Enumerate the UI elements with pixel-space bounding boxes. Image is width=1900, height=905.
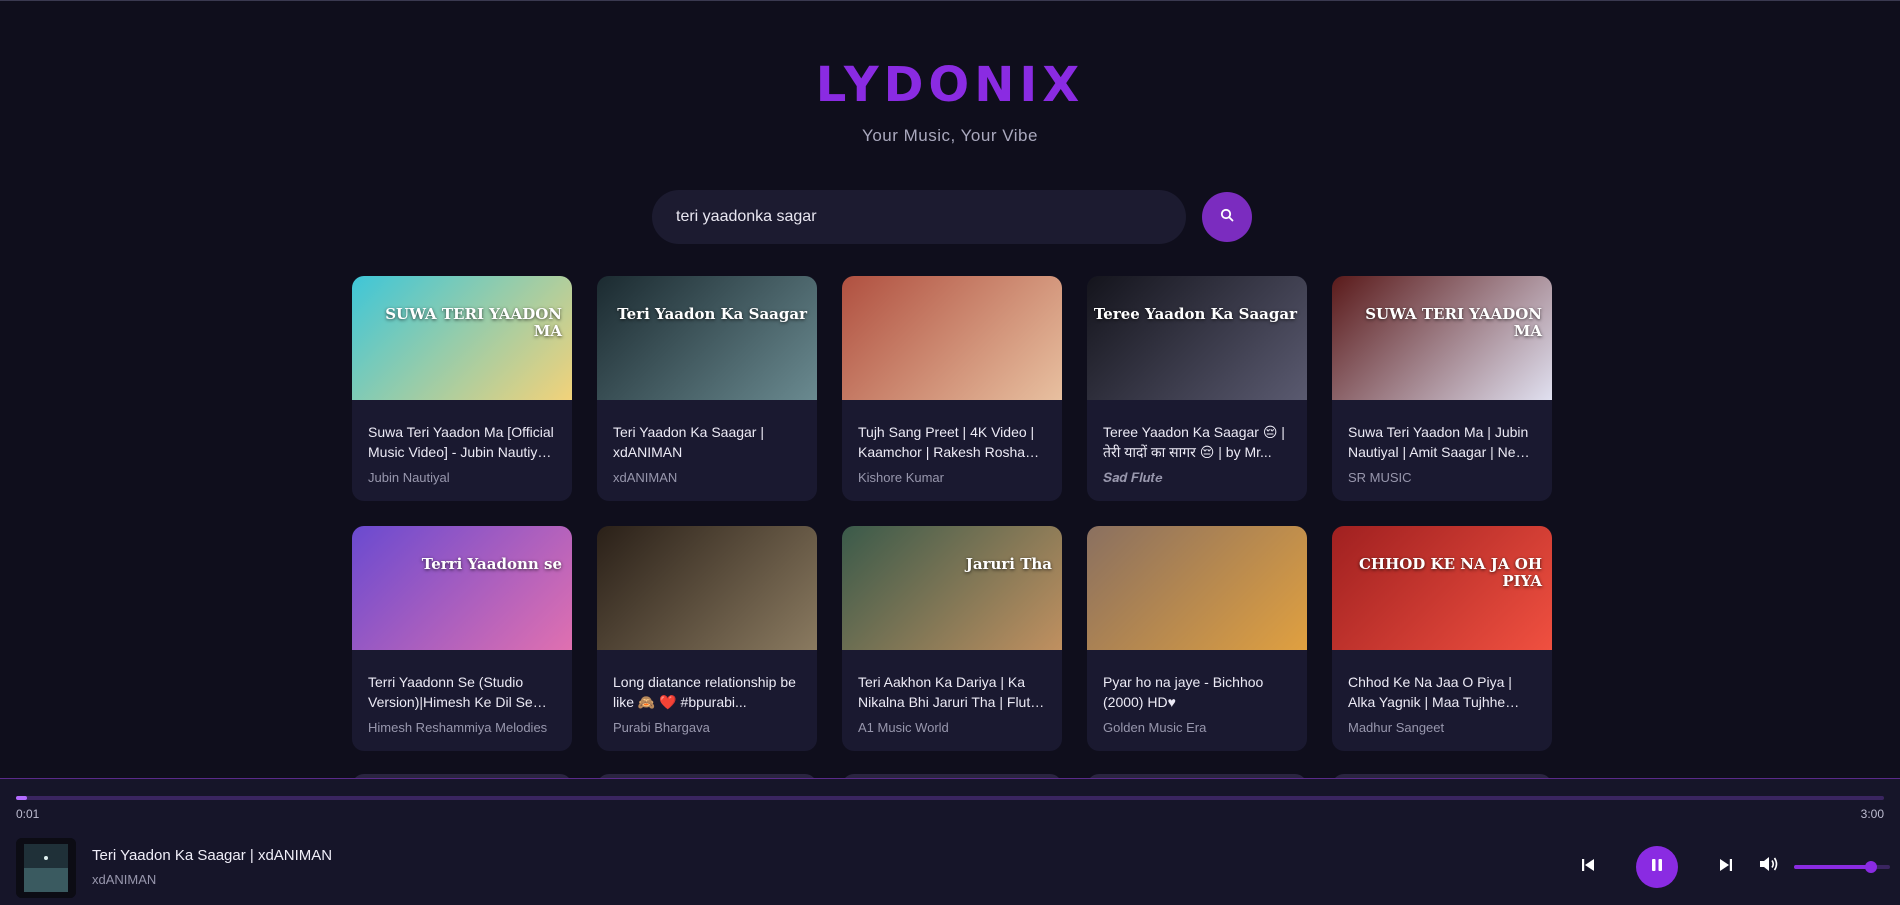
result-info: Chhod Ke Na Jaa O Piya | Alka Yagnik | M… [1332,650,1552,735]
pause-icon [1649,857,1665,878]
result-info: Pyar ho na jaye - Bichhoo (2000) HD♥ Gold… [1087,650,1307,735]
thumbnail-text: Teri Yaadon Ka Saagar [617,305,807,323]
volume-slider[interactable] [1794,860,1890,873]
result-thumbnail [1087,526,1307,650]
now-playing-title: Teri Yaadon Ka Saagar | xdANIMAN [92,847,333,864]
result-artist: Jubin Nautiyal [368,470,450,485]
result-info: Teree Yaadon Ka Saagar 😔 | तेरी यादों का… [1087,400,1307,486]
volume-control [1758,855,1890,878]
progress-fill [16,796,28,800]
thumbnail-text: Jaruri Tha [965,555,1052,573]
result-artist: 𝑺𝒂𝒅 𝑭𝒍𝒖𝒕𝒆 [1103,470,1163,485]
current-time: 0:01 [16,807,40,821]
result-thumbnail [842,276,1062,400]
progress-bar[interactable] [16,796,1884,800]
volume-icon[interactable] [1758,855,1780,878]
result-artist: Madhur Sangeet [1348,720,1445,735]
result-card[interactable]: Teree Yaadon Ka Saagar Teree Yaadon Ka Sa… [1087,276,1307,501]
result-title: Long diatance relationship be like 🙈 ❤️ … [613,674,796,710]
result-info: Terri Yaadonn Se (Studio Version)|Himesh… [352,650,572,735]
result-thumbnail: CHHOD KE NA JA OH PIYA [1332,526,1552,650]
thumbnail-text: Teree Yaadon Ka Saagar [1093,305,1297,323]
result-thumbnail: Teri Yaadon Ka Saagar [597,276,817,400]
result-info: Teri Yaadon Ka Saagar | xdANIMAN xdANIMAN [597,400,817,485]
result-card[interactable]: Pyar ho na jaye - Bichhoo (2000) HD♥ Gold… [1087,526,1307,751]
app-header: LYDONIX Your Music, Your Vibe [0,58,1900,146]
next-button[interactable] [1714,855,1738,879]
result-card[interactable]: SUWA TERI YAADON MA Suwa Teri Yaadon Ma [… [352,276,572,501]
result-card[interactable]: Jaruri Tha Teri Aakhon Ka Dariya | Ka Nik… [842,526,1062,751]
result-artist: Golden Music Era [1103,720,1207,735]
result-thumbnail: Jaruri Tha [842,526,1062,650]
result-title: Terri Yaadonn Se (Studio Version)|Himesh… [368,674,533,710]
search-icon [1220,208,1234,227]
thumbnail-text: Terri Yaadonn se [421,555,562,573]
result-artist: A1 Music World [858,720,949,735]
results-grid: SUWA TERI YAADON MA Suwa Teri Yaadon Ma [… [352,276,1552,751]
result-title: Teri Yaadon Ka Saagar | xdANIMAN [613,424,764,460]
result-thumbnail: SUWA TERI YAADON MA [352,276,572,400]
result-thumbnail: Terri Yaadonn se [352,526,572,650]
next-icon [1718,857,1734,878]
now-playing-artist: xdANIMAN [92,872,157,887]
volume-handle[interactable] [1864,860,1877,873]
now-playing-artwork [16,838,76,898]
result-title: Teree Yaadon Ka Saagar 😔 | तेरी यादों का… [1103,424,1285,460]
result-card[interactable]: CHHOD KE NA JA OH PIYA Chhod Ke Na Jaa O … [1332,526,1552,751]
player-bar: 0:01 3:00 Teri Yaadon Ka Saagar | xdANIM… [0,778,1900,905]
app-logo: LYDONIX [815,57,1085,113]
result-thumbnail [597,526,817,650]
app-tagline: Your Music, Your Vibe [862,126,1038,145]
duration: 3:00 [1860,807,1884,821]
result-artist: SR MUSIC [1348,470,1412,485]
search-button[interactable] [1202,192,1252,242]
top-divider [0,0,1900,1]
result-title: Suwa Teri Yaadon Ma [Official Music Vide… [368,424,554,460]
result-card[interactable]: SUWA TERI YAADON MA Suwa Teri Yaadon Ma |… [1332,276,1552,501]
result-card[interactable]: Teri Yaadon Ka Saagar Teri Yaadon Ka Saag… [597,276,817,501]
result-title: Tujh Sang Preet | 4K Video | Kaamchor | … [858,424,1037,460]
thumbnail-text: CHHOD KE NA JA OH PIYA [1358,555,1542,590]
result-info: Suwa Teri Yaadon Ma | Jubin Nautiyal | A… [1332,400,1552,485]
result-artist: Himesh Reshammiya Melodies [368,720,548,735]
result-thumbnail: SUWA TERI YAADON MA [1332,276,1552,400]
result-title: Suwa Teri Yaadon Ma | Jubin Nautiyal | A… [1348,424,1529,460]
result-card[interactable]: Long diatance relationship be like 🙈 ❤️ … [597,526,817,751]
search-input[interactable] [652,190,1186,244]
result-title: Teri Aakhon Ka Dariya | Ka Nikalna Bhi J… [858,674,1039,710]
result-info: Long diatance relationship be like 🙈 ❤️ … [597,650,817,735]
result-thumbnail: Teree Yaadon Ka Saagar [1087,276,1307,400]
result-title: Pyar ho na jaye - Bichhoo (2000) HD♥ [1103,674,1264,710]
result-artist: Kishore Kumar [858,470,944,485]
result-artist: Purabi Bhargava [613,720,710,735]
thumbnail-text: SUWA TERI YAADON MA [385,305,562,340]
previous-button[interactable] [1576,855,1600,879]
result-artist: xdANIMAN [613,470,678,485]
result-card[interactable]: Tujh Sang Preet | 4K Video | Kaamchor | … [842,276,1062,501]
result-title: Chhod Ke Na Jaa O Piya | Alka Yagnik | M… [1348,674,1512,710]
result-info: Suwa Teri Yaadon Ma [Official Music Vide… [352,400,572,485]
search-bar [652,190,1252,244]
volume-fill [1794,864,1871,869]
thumbnail-text: SUWA TERI YAADON MA [1365,305,1542,340]
playback-controls [1576,846,1738,888]
prev-icon [1580,857,1596,878]
result-card[interactable]: Terri Yaadonn se Terri Yaadonn Se (Studio… [352,526,572,751]
result-info: Teri Aakhon Ka Dariya | Ka Nikalna Bhi J… [842,650,1062,735]
result-info: Tujh Sang Preet | 4K Video | Kaamchor | … [842,400,1062,485]
pause-button[interactable] [1636,846,1678,888]
